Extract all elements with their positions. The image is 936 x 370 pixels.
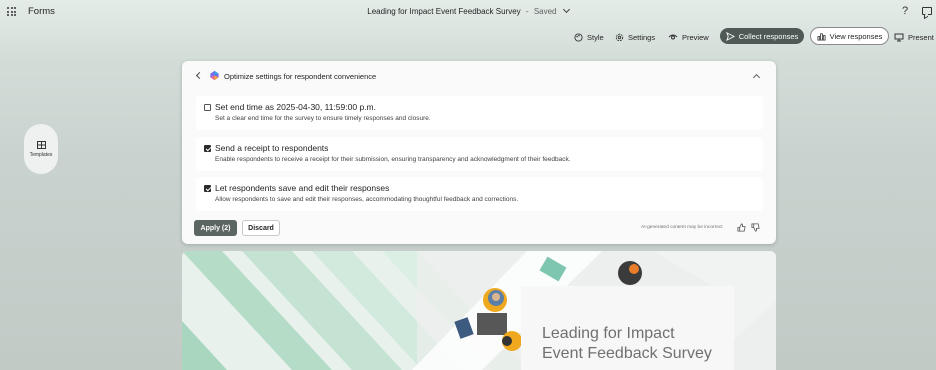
form-title[interactable]: Leading for Impact Event Feedback Survey — [542, 324, 712, 364]
option-receipt[interactable]: Send a receipt to respondents Enable res… — [196, 137, 763, 171]
back-chevron-icon[interactable] — [195, 71, 204, 80]
option-title: Send a receipt to respondents — [215, 143, 329, 153]
style-button[interactable]: Style — [574, 30, 604, 44]
form-title-line2: Event Feedback Survey — [542, 345, 712, 362]
templates-label: Templates — [29, 151, 53, 158]
settings-button[interactable]: Settings — [615, 30, 655, 44]
option-description: Enable respondents to receive a receipt … — [215, 156, 571, 163]
collect-responses-button[interactable]: Collect responses — [720, 28, 804, 44]
chevron-up-icon[interactable] — [752, 73, 761, 82]
top-bar: Forms Leading for Impact Event Feedback … — [0, 0, 936, 24]
preview-button[interactable]: Preview — [668, 30, 709, 44]
chart-icon — [817, 32, 826, 41]
checkbox-receipt[interactable] — [204, 145, 211, 152]
feedback-icon[interactable] — [922, 7, 932, 15]
option-save-edit[interactable]: Let respondents save and edit their resp… — [196, 177, 763, 211]
discard-button[interactable]: Discard — [242, 220, 280, 236]
view-responses-button[interactable]: View responses — [810, 27, 889, 45]
checkbox-save-edit[interactable] — [204, 185, 211, 192]
option-title: Let respondents save and edit their resp… — [215, 183, 390, 193]
templates-button[interactable]: Templates — [24, 124, 58, 174]
title-separator: - — [525, 7, 529, 16]
view-responses-label: View responses — [829, 31, 883, 41]
gear-icon — [615, 33, 624, 41]
form-title-line1: Leading for Impact — [542, 325, 675, 342]
option-end-time[interactable]: Set end time as 2025-04-30, 11:59:00 p.m… — [196, 96, 763, 130]
document-title[interactable]: Leading for Impact Event Feedback Survey… — [0, 5, 936, 16]
form-banner: Leading for Impact Event Feedback Survey — [182, 251, 776, 370]
thumbs-up-icon[interactable] — [737, 223, 746, 232]
settings-label: Settings — [628, 32, 656, 42]
suggestion-title: Optimize settings for respondent conveni… — [224, 72, 377, 81]
collect-responses-label: Collect responses — [738, 31, 799, 41]
palette-icon — [574, 32, 583, 42]
save-status: Saved — [533, 7, 557, 16]
templates-icon — [36, 140, 46, 149]
help-icon[interactable]: ? — [902, 5, 908, 17]
thumbs-down-icon[interactable] — [751, 223, 760, 232]
send-icon — [725, 31, 735, 41]
present-button[interactable]: Present — [894, 30, 934, 44]
preview-label: Preview — [682, 32, 709, 42]
option-description: Allow respondents to save and edit their… — [215, 196, 519, 203]
option-description: Set a clear end time for the survey to e… — [215, 115, 431, 122]
apply-button[interactable]: Apply (2) — [194, 220, 237, 236]
copilot-icon — [210, 70, 219, 81]
present-icon — [894, 33, 904, 41]
document-title-text[interactable]: Leading for Impact Event Feedback Survey — [367, 7, 520, 16]
ai-disclaimer: AI-generated content may be incorrect — [641, 225, 723, 230]
present-label: Present — [908, 32, 934, 42]
checkbox-end-time[interactable] — [204, 104, 211, 111]
style-label: Style — [587, 32, 604, 42]
chevron-down-icon[interactable] — [562, 5, 570, 14]
suggestion-card: Optimize settings for respondent conveni… — [182, 61, 776, 244]
option-title: Set end time as 2025-04-30, 11:59:00 p.m… — [215, 102, 376, 112]
eye-icon — [668, 34, 678, 40]
